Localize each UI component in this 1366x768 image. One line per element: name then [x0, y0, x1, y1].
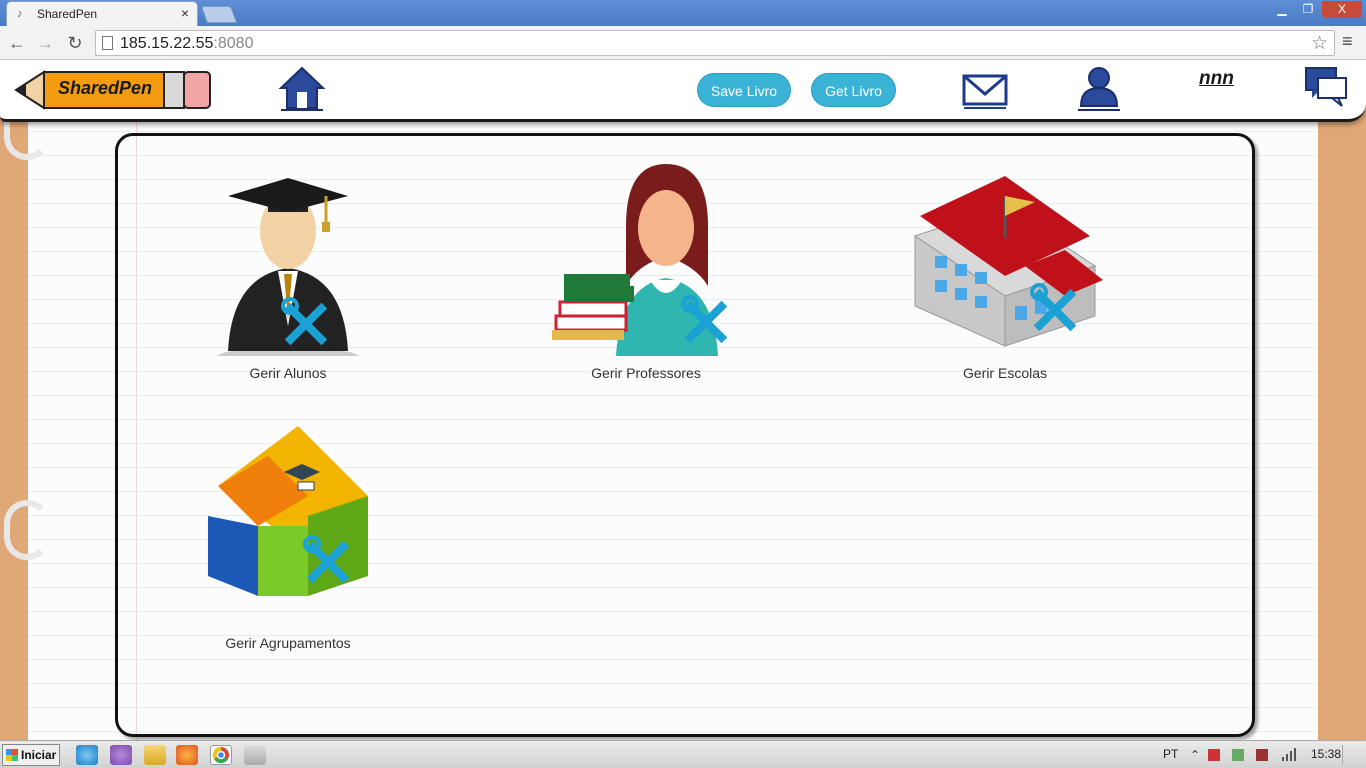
firefox-icon[interactable]	[176, 745, 198, 765]
app-icon[interactable]	[244, 745, 266, 765]
gerir-escolas-tile[interactable]: Gerir Escolas	[905, 156, 1105, 386]
windows-flag-icon	[6, 749, 18, 761]
viber-icon[interactable]	[110, 745, 132, 765]
page: SharedPen Save Livro Get Livro nnn Gerir…	[0, 60, 1366, 740]
gerir-alunos-tile[interactable]: Gerir Alunos	[188, 156, 388, 386]
browser-tab[interactable]: ♪ SharedPen ×	[6, 1, 198, 26]
chat-icon[interactable]	[1302, 64, 1350, 110]
start-label: Iniciar	[21, 748, 57, 762]
back-arrow-icon[interactable]: ←	[6, 32, 28, 54]
get-livro-button[interactable]: Get Livro	[811, 73, 896, 107]
minimize-button[interactable]: ▁	[1270, 1, 1294, 18]
forward-arrow-icon[interactable]: →	[34, 32, 56, 54]
puzzle-house-icon	[208, 426, 368, 596]
close-window-button[interactable]: X	[1322, 1, 1362, 18]
app-header: SharedPen Save Livro Get Livro nnn	[0, 60, 1366, 122]
gerir-professores-label: Gerir Professores	[591, 365, 701, 381]
svg-text:⌃: ⌃	[1190, 748, 1200, 762]
start-button[interactable]: Iniciar	[2, 744, 60, 766]
user-profile-icon[interactable]	[1076, 64, 1122, 112]
graduate-student-icon	[218, 178, 358, 356]
language-indicator[interactable]: PT	[1163, 747, 1178, 761]
system-tray-icons[interactable]: ⌃	[1186, 745, 1306, 765]
browser-toolbar: ← → ↻ 185.15.22.55:8080 ☆ ≡	[0, 26, 1366, 60]
mail-icon[interactable]	[962, 70, 1008, 110]
sharedpen-logo[interactable]: SharedPen	[14, 66, 214, 114]
gerir-agrupamentos-tile[interactable]: Gerir Agrupamentos	[188, 426, 388, 656]
teacher-icon	[552, 164, 728, 356]
address-bar[interactable]: 185.15.22.55:8080 ☆	[95, 30, 1335, 56]
home-icon[interactable]	[278, 64, 326, 112]
binder-ring-icon	[4, 500, 50, 560]
tab-title: SharedPen	[37, 7, 98, 21]
tab-close-button[interactable]: ×	[181, 5, 189, 21]
bookmark-star-icon[interactable]: ☆	[1311, 32, 1328, 55]
maximize-button[interactable]: ❐	[1296, 1, 1320, 18]
new-tab-button[interactable]	[200, 6, 238, 23]
browser-titlebar: ♪ SharedPen × ▁ ❐ X	[0, 0, 1366, 26]
internet-explorer-icon[interactable]	[76, 745, 98, 765]
windows-taskbar: Iniciar PT ⌃ 15:38	[0, 740, 1366, 768]
username-link[interactable]: nnn	[1199, 68, 1234, 90]
gerir-professores-tile[interactable]: Gerir Professores	[546, 156, 746, 386]
gerir-agrupamentos-label: Gerir Agrupamentos	[225, 635, 351, 651]
url-text: 185.15.22.55:8080	[120, 35, 254, 52]
reload-icon[interactable]: ↻	[64, 32, 86, 54]
school-building-icon	[913, 176, 1103, 347]
browser-menu-icon[interactable]: ≡	[1342, 31, 1353, 52]
gerir-escolas-label: Gerir Escolas	[962, 365, 1048, 381]
logo-text: SharedPen	[58, 78, 153, 98]
show-desktop-button[interactable]	[1342, 745, 1362, 765]
piano-favicon-icon: ♪	[17, 8, 23, 20]
gerir-alunos-label: Gerir Alunos	[249, 365, 327, 381]
page-icon	[102, 36, 113, 50]
folder-icon[interactable]	[144, 745, 166, 765]
chrome-icon[interactable]	[210, 745, 232, 765]
management-panel: Gerir Alunos Gerir Professores Gerir Esc…	[115, 133, 1255, 737]
system-clock[interactable]: 15:38	[1311, 747, 1341, 761]
save-livro-button[interactable]: Save Livro	[697, 73, 791, 107]
